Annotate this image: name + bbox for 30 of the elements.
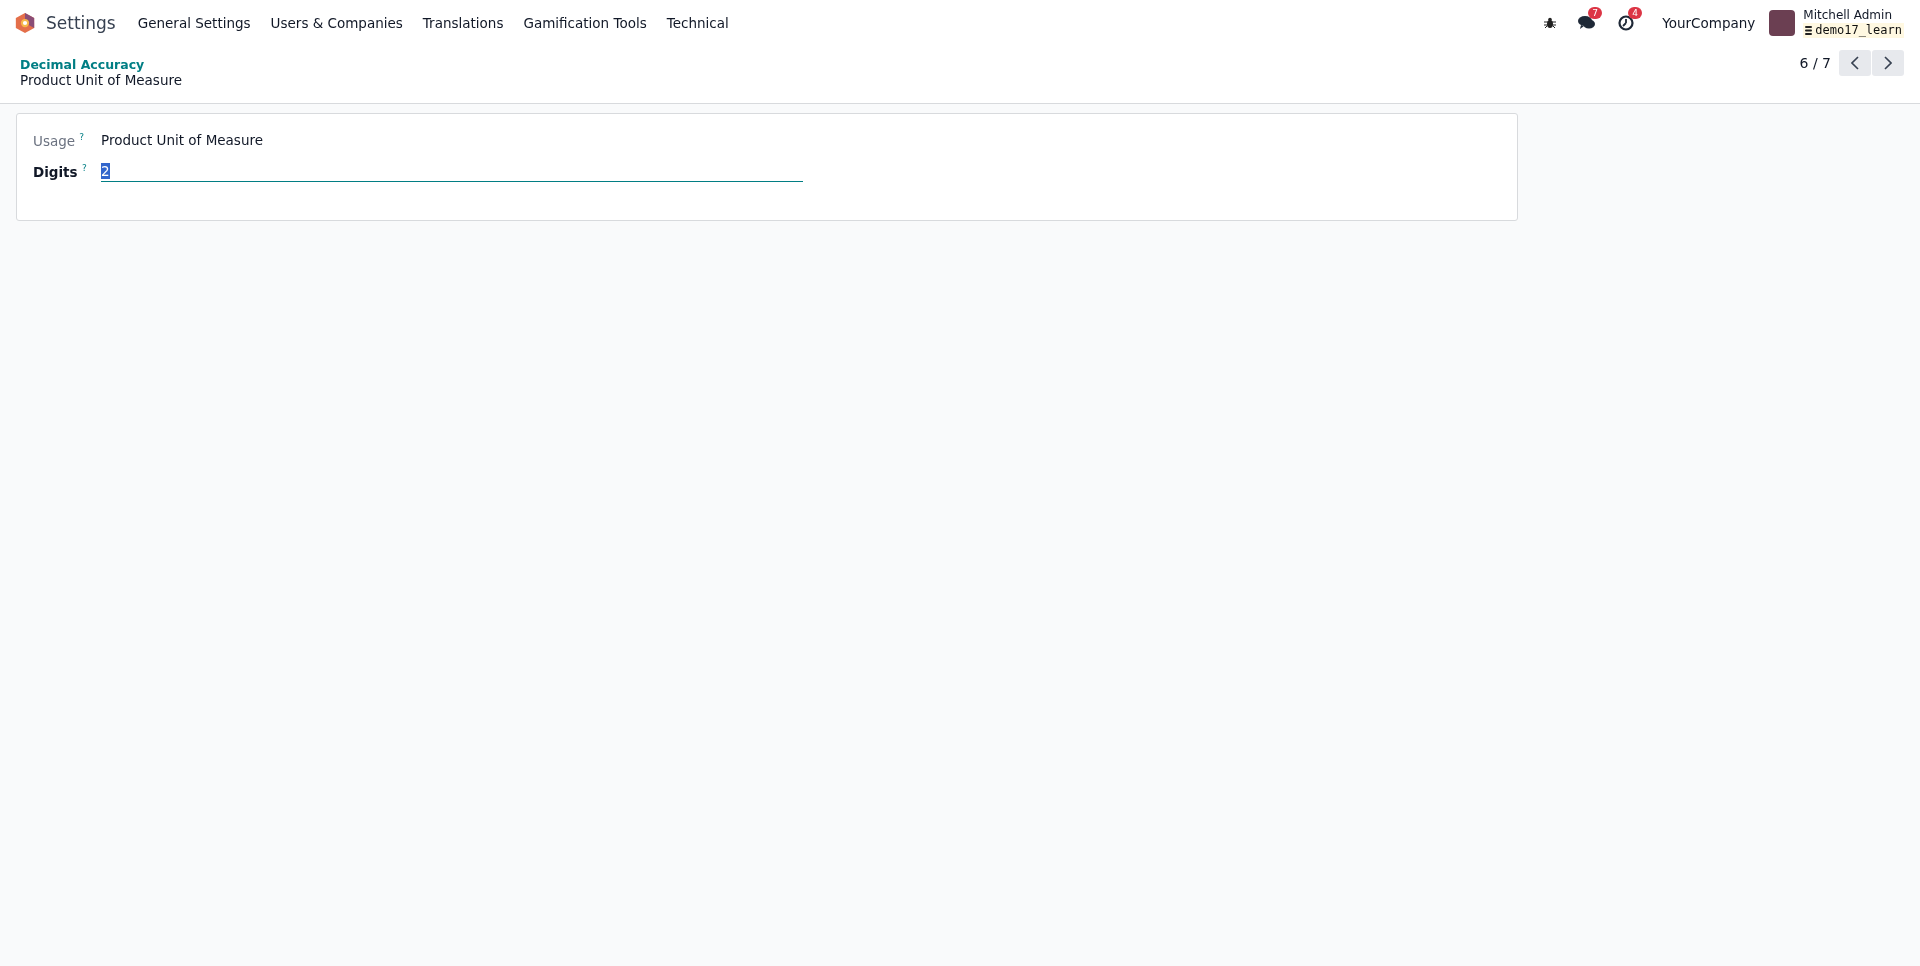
database-icon xyxy=(1805,26,1813,35)
pager-value[interactable]: 6 / 7 xyxy=(1799,54,1831,71)
breadcrumb-link[interactable]: Decimal Accuracy xyxy=(20,57,182,72)
field-label: Usage xyxy=(33,132,76,149)
user-name[interactable]: Mitchell Admin xyxy=(1803,8,1904,23)
chevron-right-icon xyxy=(1884,55,1892,70)
notification-badge: 4 xyxy=(1628,7,1642,19)
chevron-left-icon xyxy=(1851,55,1859,70)
next-button[interactable] xyxy=(1872,49,1904,76)
digits-input[interactable]: 2 xyxy=(101,162,803,182)
help-tooltip[interactable]: ? xyxy=(79,132,85,142)
menu-item[interactable]: Users & Companies xyxy=(260,15,413,31)
breadcrumb-current: Product Unit of Measure xyxy=(20,72,182,88)
bug-icon[interactable] xyxy=(1544,17,1557,29)
app-logo-icon[interactable] xyxy=(14,12,36,34)
help-tooltip[interactable]: ? xyxy=(81,162,87,173)
previous-button[interactable] xyxy=(1839,49,1871,76)
field-label: Digits xyxy=(33,163,78,179)
field-value: Product Unit of Measure xyxy=(101,132,263,148)
menu-item[interactable]: General Settings xyxy=(127,15,261,31)
database-name: demo17_learn xyxy=(1815,23,1902,38)
menu-item[interactable]: Gamification Tools xyxy=(513,15,657,31)
clock-icon[interactable] xyxy=(1618,15,1635,31)
notification-badge: 7 xyxy=(1588,7,1602,19)
menu-item[interactable]: Technical xyxy=(656,15,739,31)
chat-icon[interactable] xyxy=(1578,15,1597,31)
company-switcher[interactable]: YourCompany xyxy=(1662,15,1756,31)
user-avatar[interactable] xyxy=(1769,10,1796,36)
app-name[interactable]: Settings xyxy=(46,13,116,33)
menu-item[interactable]: Translations xyxy=(412,15,514,31)
